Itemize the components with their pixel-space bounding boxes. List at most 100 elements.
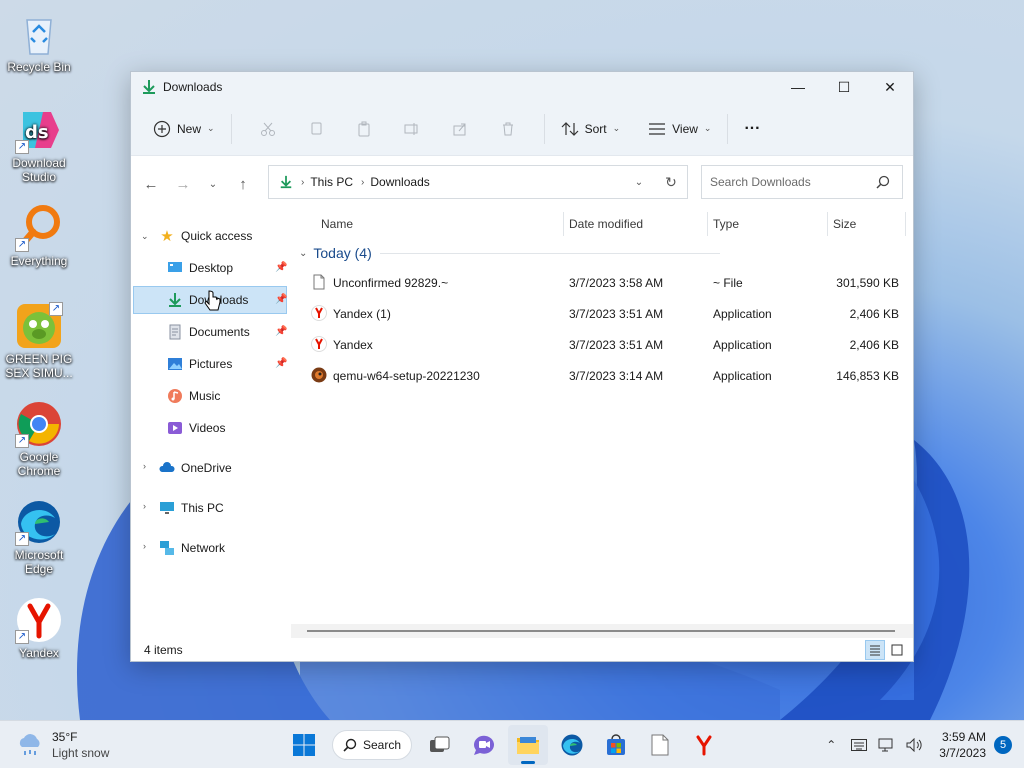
- close-button[interactable]: ✕: [867, 72, 913, 102]
- more-options-button[interactable]: ···: [740, 113, 764, 145]
- paste-icon[interactable]: [340, 113, 388, 145]
- nav-onedrive[interactable]: OneDrive: [159, 454, 232, 482]
- address-bar[interactable]: › This PC › Downloads ⌄ ↻: [268, 165, 688, 199]
- file-explorer-taskbar-button[interactable]: [508, 725, 548, 765]
- keyboard-icon[interactable]: [845, 721, 873, 768]
- chevron-down-icon: ⌄: [612, 123, 621, 133]
- maximize-button[interactable]: ☐: [821, 72, 867, 102]
- shortcut-arrow-icon: ↗: [49, 302, 63, 316]
- volume-icon[interactable]: [901, 721, 929, 768]
- scrollbar-thumb[interactable]: [307, 630, 895, 632]
- file-row[interactable]: Yandex (1) 3/7/2023 3:51 AM Application …: [307, 301, 907, 327]
- sort-button[interactable]: Sort ⌄: [557, 113, 625, 145]
- chevron-right-icon[interactable]: ›: [143, 461, 146, 471]
- nav-item-pictures[interactable]: Pictures 📌: [133, 350, 287, 378]
- clock[interactable]: 3:59 AM 3/7/2023: [939, 729, 986, 761]
- share-icon[interactable]: [436, 113, 484, 145]
- forward-arrow-icon[interactable]: →: [167, 168, 199, 200]
- pin-icon[interactable]: 📌: [275, 358, 287, 369]
- chevron-right-icon[interactable]: ›: [143, 501, 146, 511]
- desktop-icon-google-chrome[interactable]: ↗ Google Chrome: [4, 400, 74, 478]
- horizontal-scrollbar[interactable]: [291, 624, 913, 638]
- rename-icon[interactable]: [388, 113, 436, 145]
- file-name: qemu-w64-setup-20221230: [333, 369, 480, 383]
- nav-network[interactable]: Network: [159, 534, 225, 562]
- taskbar: 35°F Light snow Search ⌃ 3:59 AM 3/7/202…: [0, 720, 1024, 768]
- blank-file-icon: [651, 734, 669, 756]
- column-header-size[interactable]: Size: [833, 212, 856, 236]
- videos-icon: [168, 422, 182, 434]
- nav-quick-access[interactable]: ★ Quick access: [159, 222, 252, 250]
- file-row[interactable]: Yandex 3/7/2023 3:51 AM Application 2,40…: [307, 332, 907, 358]
- desktop-icon-everything[interactable]: ↗ Everything: [4, 204, 74, 268]
- column-divider[interactable]: [563, 212, 564, 236]
- column-divider[interactable]: [905, 212, 906, 236]
- breadcrumb-this-pc[interactable]: This PC: [310, 175, 353, 189]
- address-history-chevron-icon[interactable]: ⌄: [623, 177, 655, 188]
- pin-icon[interactable]: 📌: [275, 262, 287, 273]
- start-button[interactable]: [284, 725, 324, 765]
- chat-button[interactable]: [464, 725, 504, 765]
- nav-item-desktop[interactable]: Desktop 📌: [133, 254, 287, 282]
- column-header-date[interactable]: Date modified: [569, 212, 643, 236]
- notification-badge[interactable]: 5: [994, 736, 1012, 754]
- column-header-type[interactable]: Type: [713, 212, 739, 236]
- clock-time: 3:59 AM: [941, 730, 986, 744]
- up-arrow-icon[interactable]: ↑: [227, 168, 259, 200]
- minimize-button[interactable]: —: [775, 72, 821, 102]
- desktop-icon-recycle-bin[interactable]: Recycle Bin: [4, 10, 74, 74]
- file-size: 146,853 KB: [836, 369, 899, 383]
- title-bar[interactable]: Downloads — ☐ ✕: [131, 72, 913, 102]
- column-divider[interactable]: [707, 212, 708, 236]
- details-view-icon[interactable]: [865, 640, 885, 660]
- copy-icon[interactable]: [292, 113, 340, 145]
- nav-item-videos[interactable]: Videos: [133, 414, 287, 442]
- chevron-right-icon[interactable]: ›: [143, 541, 146, 551]
- desktop-icon-label: GREEN PIG SEX SIMU...: [5, 352, 73, 380]
- new-button[interactable]: New ⌄: [149, 113, 219, 145]
- desktop-icon-microsoft-edge[interactable]: ↗ Microsoft Edge: [4, 498, 74, 576]
- column-header-name[interactable]: Name: [321, 212, 353, 236]
- edge-taskbar-button[interactable]: [552, 725, 592, 765]
- task-view-button[interactable]: [420, 725, 460, 765]
- nav-item-documents[interactable]: Documents 📌: [133, 318, 287, 346]
- refresh-icon[interactable]: ↻: [655, 174, 687, 191]
- back-arrow-icon[interactable]: ←: [135, 168, 167, 200]
- delete-icon[interactable]: [484, 113, 532, 145]
- file-row[interactable]: qemu-w64-setup-20221230 3/7/2023 3:14 AM…: [307, 363, 907, 389]
- network-status-icon[interactable]: [873, 721, 901, 768]
- pin-icon[interactable]: 📌: [275, 294, 287, 305]
- chevron-down-icon: ⌄: [703, 123, 712, 133]
- taskbar-search-button[interactable]: Search: [332, 730, 412, 760]
- shortcut-arrow-icon: ↗: [15, 238, 29, 252]
- nav-this-pc[interactable]: This PC: [159, 494, 224, 522]
- pin-icon[interactable]: 📌: [275, 326, 287, 337]
- chevron-down-icon[interactable]: ⌄: [141, 231, 149, 242]
- desktop-icon-yandex[interactable]: ↗ Yandex: [4, 596, 74, 660]
- nav-item-music[interactable]: Music: [133, 382, 287, 410]
- snow-cloud-icon: [19, 734, 40, 755]
- file-row[interactable]: Unconfirmed 92829.~ 3/7/2023 3:58 AM ~ F…: [307, 270, 907, 296]
- group-header[interactable]: ⌄ Today (4): [299, 245, 720, 261]
- desktop-icon-green-pig[interactable]: ↗ GREEN PIG SEX SIMU...: [4, 302, 74, 380]
- large-icons-view-icon[interactable]: [887, 640, 907, 660]
- search-box[interactable]: Search Downloads: [701, 165, 903, 199]
- column-divider[interactable]: [827, 212, 828, 236]
- sort-icon: [561, 121, 578, 136]
- weather-widget[interactable]: 35°F Light snow: [16, 729, 109, 761]
- desktop-icon-download-studio[interactable]: ds ↗ Download Studio: [4, 106, 74, 184]
- clock-date: 3/7/2023: [939, 746, 986, 760]
- file-name: Unconfirmed 92829.~: [333, 276, 449, 290]
- store-taskbar-button[interactable]: [596, 725, 636, 765]
- recent-locations-chevron-icon[interactable]: ⌄: [199, 168, 227, 200]
- view-button[interactable]: View ⌄: [644, 113, 715, 145]
- yandex-taskbar-button[interactable]: [684, 725, 724, 765]
- notepad-taskbar-button[interactable]: [640, 725, 680, 765]
- chevron-up-icon[interactable]: ⌃: [817, 721, 845, 768]
- nav-label: Documents: [189, 325, 250, 339]
- cut-icon[interactable]: [244, 113, 292, 145]
- file-name: Yandex (1): [333, 307, 391, 321]
- recycle-bin-icon: [15, 10, 63, 58]
- nav-label: Pictures: [189, 357, 233, 371]
- breadcrumb-downloads[interactable]: Downloads: [370, 175, 429, 189]
